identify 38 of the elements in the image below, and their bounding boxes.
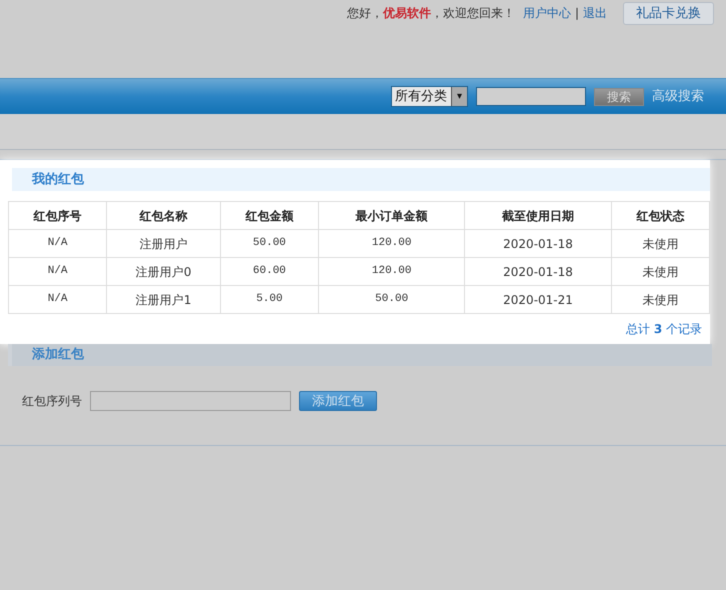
table-cell: 未使用 bbox=[611, 286, 710, 314]
column-header: 截至使用日期 bbox=[464, 202, 612, 230]
table-cell: N/A bbox=[8, 286, 107, 314]
table-cell: 5.00 bbox=[220, 286, 319, 314]
table-cell: 50.00 bbox=[220, 230, 319, 258]
logout-link[interactable]: 退出 bbox=[583, 4, 607, 22]
table-cell: N/A bbox=[8, 258, 107, 286]
table-cell: 2020-01-18 bbox=[464, 258, 612, 286]
greeting-text: 您好，优易软件，欢迎您回来！ bbox=[346, 5, 515, 22]
table-cell: 注册用户 bbox=[106, 230, 220, 258]
serial-number-field[interactable] bbox=[90, 391, 291, 411]
column-header: 最小订单金额 bbox=[318, 202, 465, 230]
add-coupon-button[interactable]: 添加红包 bbox=[299, 391, 377, 411]
table-cell: 未使用 bbox=[611, 258, 710, 286]
table-cell: 120.00 bbox=[318, 258, 465, 286]
table-cell: 注册用户1 bbox=[106, 286, 220, 314]
table-cell: N/A bbox=[8, 230, 107, 258]
section-title: 添加红包 bbox=[8, 344, 712, 366]
table-cell: 2020-01-21 bbox=[464, 286, 612, 314]
total-records-text: 总计 3 个记录 bbox=[624, 321, 703, 338]
gift-card-button[interactable]: 礼品卡兑换 bbox=[623, 2, 714, 24]
user-center-link[interactable]: 用户中心 bbox=[522, 4, 571, 22]
field-label: 红包序列号 bbox=[22, 393, 82, 410]
column-header: 红包金额 bbox=[220, 202, 319, 230]
table-cell: 2020-01-18 bbox=[464, 230, 612, 258]
table-cell: 50.00 bbox=[318, 286, 465, 314]
table-cell: 注册用户0 bbox=[106, 258, 220, 286]
table-cell: 120.00 bbox=[318, 230, 465, 258]
advanced-search-link[interactable]: 高级搜索 bbox=[652, 86, 704, 106]
search-button[interactable]: 搜索 bbox=[594, 88, 644, 106]
category-select[interactable]: 所有分类 ▾ bbox=[391, 86, 468, 107]
column-header: 红包名称 bbox=[106, 202, 220, 230]
column-header: 红包序号 bbox=[8, 202, 107, 230]
table-cell: 未使用 bbox=[611, 230, 710, 258]
table-cell: 60.00 bbox=[220, 258, 319, 286]
column-header: 红包状态 bbox=[611, 202, 710, 230]
separator-text: | bbox=[574, 5, 579, 22]
search-field[interactable] bbox=[476, 87, 586, 106]
